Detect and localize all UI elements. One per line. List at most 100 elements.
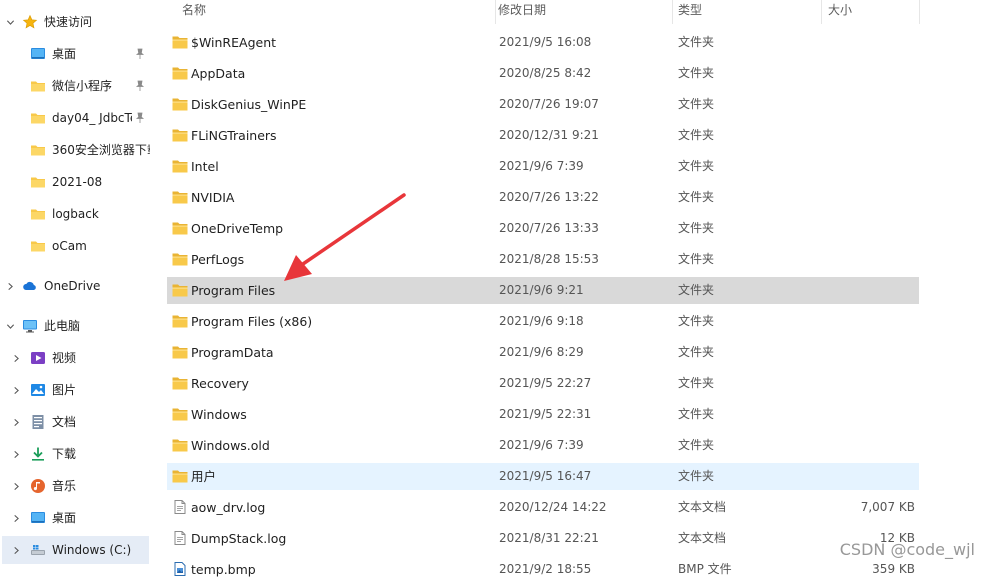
file-date: 2021/9/6 9:18 [499, 314, 584, 328]
nav-this-pc[interactable]: 此电脑 [0, 312, 150, 340]
nav-item-desktop[interactable]: 桌面 [0, 40, 150, 68]
folder-icon [172, 190, 188, 204]
file-type: 文本文档 [678, 500, 727, 514]
nav-item-downloads[interactable]: 下载 [0, 440, 150, 468]
nav-item-2021-08[interactable]: 2021-08 [0, 168, 150, 196]
file-row[interactable]: OneDriveTemp 2020/7/26 13:33 文件夹 [167, 215, 919, 242]
nav-label: 文档 [52, 415, 77, 429]
downloads-folder-icon [30, 446, 46, 462]
file-size [815, 401, 915, 428]
column-header-date[interactable]: 修改日期 [498, 0, 546, 24]
file-size [815, 122, 915, 149]
file-row[interactable]: $WinREAgent 2021/9/5 16:08 文件夹 [167, 29, 919, 56]
file-row[interactable]: Program Files 2021/9/6 9:21 文件夹 [167, 277, 919, 304]
folder-icon [30, 174, 46, 190]
chevron-right-icon[interactable] [10, 480, 22, 492]
file-type: 文件夹 [678, 438, 715, 452]
folder-icon [172, 66, 188, 80]
column-divider[interactable] [821, 0, 822, 24]
file-row[interactable]: Windows.old 2021/9/6 7:39 文件夹 [167, 432, 919, 459]
file-row[interactable]: FLiNGTrainers 2020/12/31 9:21 文件夹 [167, 122, 919, 149]
file-row[interactable]: Windows 2021/9/5 22:31 文件夹 [167, 401, 919, 428]
folder-icon [172, 469, 188, 483]
file-size [815, 184, 915, 211]
column-divider[interactable] [495, 0, 496, 24]
desktop-folder-icon [30, 46, 46, 62]
file-type: BMP 文件 [678, 562, 732, 576]
file-name: Program Files [191, 283, 276, 298]
file-name: Windows [191, 407, 247, 422]
file-row[interactable]: DiskGenius_WinPE 2020/7/26 19:07 文件夹 [167, 91, 919, 118]
text-file-icon [172, 531, 188, 545]
folder-icon [30, 206, 46, 222]
nav-item-pictures[interactable]: 图片 [0, 376, 150, 404]
file-row[interactable]: Intel 2021/9/6 7:39 文件夹 [167, 153, 919, 180]
file-date: 2021/9/5 16:47 [499, 469, 592, 483]
nav-item-ocam[interactable]: oCam [0, 232, 150, 260]
drive-icon [30, 542, 46, 558]
nav-item-partial [0, 570, 150, 579]
folder-icon [172, 283, 188, 297]
nav-label: 音乐 [52, 479, 77, 493]
chevron-right-icon[interactable] [4, 280, 16, 292]
file-type: 文件夹 [678, 66, 715, 80]
file-row[interactable]: ProgramData 2021/9/6 8:29 文件夹 [167, 339, 919, 366]
file-row[interactable]: PerfLogs 2021/8/28 15:53 文件夹 [167, 246, 919, 273]
nav-item-videos[interactable]: 视频 [0, 344, 150, 372]
file-row[interactable]: AppData 2020/8/25 8:42 文件夹 [167, 60, 919, 87]
file-name: AppData [191, 66, 246, 81]
nav-item-logback[interactable]: logback [0, 200, 150, 228]
folder-icon [172, 97, 188, 111]
file-size [815, 215, 915, 242]
nav-onedrive[interactable]: OneDrive [0, 272, 150, 300]
chevron-right-icon[interactable] [10, 544, 22, 556]
column-header-size[interactable]: 大小 [828, 0, 852, 24]
file-type: 文件夹 [678, 407, 715, 421]
file-type: 文本文档 [678, 531, 727, 545]
pin-icon[interactable] [134, 48, 146, 60]
file-type: 文件夹 [678, 469, 715, 483]
file-name: $WinREAgent [191, 35, 277, 50]
column-header-type[interactable]: 类型 [678, 0, 702, 24]
file-size [815, 308, 915, 335]
pin-icon[interactable] [134, 112, 146, 124]
nav-quick-access[interactable]: 快速访问 [0, 8, 150, 36]
chevron-right-icon[interactable] [10, 448, 22, 460]
chevron-down-icon[interactable] [4, 320, 16, 332]
file-row[interactable]: 用户 2021/9/5 16:47 文件夹 [167, 463, 919, 490]
pin-icon[interactable] [134, 80, 146, 92]
file-date: 2021/9/5 16:08 [499, 35, 592, 49]
nav-item-music[interactable]: 音乐 [0, 472, 150, 500]
file-row[interactable]: temp.bmp 2021/9/2 18:55 BMP 文件 359 KB [167, 556, 919, 579]
chevron-right-icon[interactable] [10, 416, 22, 428]
file-row[interactable]: Recovery 2021/9/5 22:27 文件夹 [167, 370, 919, 397]
file-type: 文件夹 [678, 345, 715, 359]
documents-folder-icon [30, 414, 46, 430]
navigation-pane: 快速访问 桌面 微信小程序 day04_ JdbcTe 360安全浏览器下载 2… [0, 0, 152, 579]
chevron-right-icon[interactable] [10, 352, 22, 364]
file-row[interactable]: DumpStack.log 2021/8/31 22:21 文本文档 12 KB [167, 525, 919, 552]
file-row[interactable]: Program Files (x86) 2021/9/6 9:18 文件夹 [167, 308, 919, 335]
star-icon [22, 14, 38, 30]
nav-item-360-downloads[interactable]: 360安全浏览器下载 [0, 136, 150, 164]
column-divider[interactable] [672, 0, 673, 24]
chevron-right-icon[interactable] [10, 512, 22, 524]
nav-item-wechat-miniprogram[interactable]: 微信小程序 [0, 72, 150, 100]
file-name: DumpStack.log [191, 531, 287, 546]
folder-icon [172, 35, 188, 49]
chevron-right-icon[interactable] [10, 384, 22, 396]
nav-item-windows-c[interactable]: Windows (C:) [2, 536, 149, 564]
file-size [815, 277, 915, 304]
column-header-name[interactable]: 名称 [182, 0, 206, 24]
file-row[interactable]: aow_drv.log 2020/12/24 14:22 文本文档 7,007 KB [167, 494, 919, 521]
file-row[interactable]: NVIDIA 2020/7/26 13:22 文件夹 [167, 184, 919, 211]
file-size [815, 153, 915, 180]
file-date: 2021/9/6 8:29 [499, 345, 584, 359]
chevron-down-icon[interactable] [4, 16, 16, 28]
nav-label: 2021-08 [52, 175, 103, 189]
nav-item-day04[interactable]: day04_ JdbcTe [0, 104, 150, 132]
file-type: 文件夹 [678, 252, 715, 266]
column-divider[interactable] [919, 0, 920, 24]
nav-item-documents[interactable]: 文档 [0, 408, 150, 436]
nav-item-desktop-pc[interactable]: 桌面 [0, 504, 150, 532]
